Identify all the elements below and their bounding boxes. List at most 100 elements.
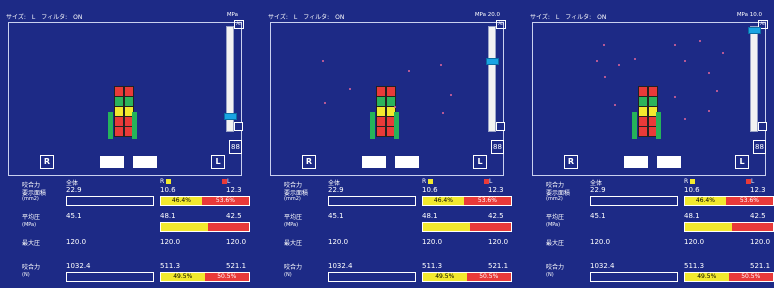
tooth-segment bbox=[638, 126, 648, 137]
side-pressure-bar bbox=[394, 112, 399, 139]
right-indicator[interactable]: R bbox=[564, 155, 578, 169]
avg-unit: (MPa) bbox=[546, 222, 561, 228]
r-header: R bbox=[160, 178, 172, 185]
force-ratio-bar: 49.5% 50.5% bbox=[422, 272, 512, 282]
contact-spot bbox=[614, 104, 616, 106]
slider-knob[interactable] bbox=[486, 57, 499, 65]
max-l: 120.0 bbox=[226, 238, 247, 246]
max-total: 120.0 bbox=[66, 238, 87, 246]
side-pressure-bar bbox=[656, 112, 661, 139]
force-unit: (N) bbox=[22, 272, 30, 278]
force-label: 咬合力 bbox=[546, 264, 565, 271]
max-spacer bbox=[422, 248, 512, 258]
avg-ratio-bar bbox=[160, 222, 250, 232]
avg-total: 45.1 bbox=[328, 212, 344, 220]
contact-spot bbox=[699, 40, 701, 42]
pressure-slider[interactable] bbox=[748, 26, 761, 132]
area-r: 10.6 bbox=[160, 186, 176, 194]
side-pressure-bar bbox=[370, 112, 375, 139]
left-indicator[interactable]: L bbox=[473, 155, 487, 169]
contact-spot bbox=[603, 44, 605, 46]
teeth-toggle-icon[interactable] bbox=[362, 156, 386, 168]
right-indicator[interactable]: R bbox=[302, 155, 316, 169]
force-ratio-bar: 49.5% 50.5% bbox=[160, 272, 250, 282]
force-total-box bbox=[328, 272, 416, 282]
area-ratio-bar: 46.4% 53.6% bbox=[422, 196, 512, 206]
avg-l-fill bbox=[731, 223, 773, 231]
avg-unit: (MPa) bbox=[22, 222, 37, 228]
area-unit: (mm2) bbox=[22, 196, 39, 202]
contact-spot bbox=[596, 60, 598, 62]
force-unit: (N) bbox=[284, 272, 292, 278]
all-button[interactable]: All bbox=[234, 20, 244, 29]
area-total-box bbox=[590, 196, 678, 206]
bite-tool-icon[interactable] bbox=[395, 156, 419, 168]
contact-spot bbox=[349, 88, 351, 90]
scale-box[interactable]: 88 bbox=[491, 140, 504, 154]
force-ratio-bar: 49.5% 50.5% bbox=[684, 272, 774, 282]
force-total-box bbox=[66, 272, 154, 282]
slider-l-button[interactable] bbox=[758, 122, 767, 131]
avg-r: 48.1 bbox=[160, 212, 176, 220]
l-header: L bbox=[482, 178, 492, 185]
avg-label: 平均圧 bbox=[546, 214, 565, 221]
right-indicator[interactable]: R bbox=[40, 155, 54, 169]
avg-l-fill bbox=[207, 223, 249, 231]
avg-l: 42.5 bbox=[488, 212, 504, 220]
area-ratio-bar: 46.4% 53.6% bbox=[160, 196, 250, 206]
mpa-scale-label: MPa 10.0 bbox=[736, 12, 762, 18]
avg-r-fill bbox=[685, 223, 732, 231]
app-root: サイズ: L フィルタ: ON MPa All 88 R L 咬合力 要示面積 (mm… bbox=[0, 0, 774, 288]
mpa-scale-label: MPa 20.0 bbox=[474, 12, 500, 18]
tooth-segment bbox=[376, 126, 386, 137]
max-label: 最大圧 bbox=[284, 240, 303, 247]
area-unit: (mm2) bbox=[546, 196, 563, 202]
pressure-slider[interactable] bbox=[224, 26, 237, 132]
area-l: 12.3 bbox=[750, 186, 766, 194]
pressure-slider[interactable] bbox=[486, 26, 499, 132]
r-header: R bbox=[684, 178, 696, 185]
force-total: 1032.4 bbox=[66, 262, 91, 270]
bite-tool-icon[interactable] bbox=[657, 156, 681, 168]
l-header: L bbox=[744, 178, 754, 185]
scale-box[interactable]: 88 bbox=[753, 140, 766, 154]
teeth-toggle-icon[interactable] bbox=[100, 156, 124, 168]
slider-l-button[interactable] bbox=[496, 122, 505, 131]
force-unit: (N) bbox=[546, 272, 554, 278]
force-l: 521.1 bbox=[750, 262, 771, 270]
all-button[interactable]: All bbox=[496, 20, 506, 29]
avg-r: 48.1 bbox=[422, 212, 438, 220]
area-l: 12.3 bbox=[488, 186, 504, 194]
max-r: 120.0 bbox=[684, 238, 705, 246]
slider-l-button[interactable] bbox=[234, 122, 243, 131]
slider-knob[interactable] bbox=[224, 113, 237, 121]
max-spacer bbox=[160, 248, 250, 258]
l-header: L bbox=[220, 178, 230, 185]
side-pressure-bar bbox=[108, 112, 113, 139]
contact-spot bbox=[440, 64, 442, 66]
force-r: 511.3 bbox=[422, 262, 443, 270]
force-r: 511.3 bbox=[684, 262, 705, 270]
avg-r-fill bbox=[423, 223, 470, 231]
area-ratio-bar: 46.4% 53.6% bbox=[684, 196, 774, 206]
slider-knob[interactable] bbox=[748, 27, 761, 34]
contact-spot bbox=[674, 44, 676, 46]
avg-label: 平均圧 bbox=[284, 214, 303, 221]
area-total: 22.9 bbox=[328, 186, 344, 194]
area-r: 10.6 bbox=[422, 186, 438, 194]
force-l: 521.1 bbox=[226, 262, 247, 270]
contact-spot bbox=[322, 60, 324, 62]
left-indicator[interactable]: L bbox=[211, 155, 225, 169]
contact-spot bbox=[442, 112, 444, 114]
max-spacer bbox=[684, 248, 774, 258]
area-r: 10.6 bbox=[684, 186, 700, 194]
avg-total: 45.1 bbox=[590, 212, 606, 220]
side-pressure-bar bbox=[632, 112, 637, 139]
teeth-toggle-icon[interactable] bbox=[624, 156, 648, 168]
scale-box[interactable]: 88 bbox=[229, 140, 242, 154]
area-total-box bbox=[328, 196, 416, 206]
left-indicator[interactable]: L bbox=[735, 155, 749, 169]
force-total-box bbox=[590, 272, 678, 282]
contact-spot bbox=[634, 58, 636, 60]
bite-tool-icon[interactable] bbox=[133, 156, 157, 168]
